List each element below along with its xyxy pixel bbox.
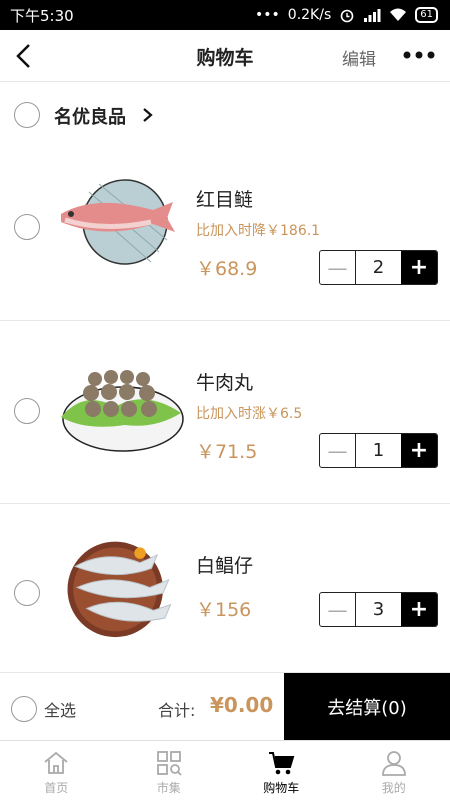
total-amount: ¥0.00 bbox=[210, 693, 274, 717]
edit-button[interactable]: 编辑 bbox=[342, 45, 376, 70]
total-label: 合计: bbox=[158, 701, 196, 720]
item-price: ￥71.5 bbox=[196, 441, 258, 463]
quantity-stepper: — 1 + bbox=[319, 433, 438, 468]
quantity-value[interactable]: 1 bbox=[356, 434, 401, 467]
home-icon bbox=[44, 751, 68, 774]
quantity-stepper: — 2 + bbox=[319, 250, 438, 285]
tab-profile[interactable]: 我的 bbox=[338, 741, 450, 800]
wifi-icon bbox=[390, 8, 407, 21]
item-name: 红目鲢 bbox=[196, 189, 254, 211]
tab-label: 购物车 bbox=[263, 781, 300, 795]
status-dots: ••• bbox=[255, 7, 280, 23]
tab-label: 首页 bbox=[44, 781, 69, 795]
tab-label: 市集 bbox=[156, 781, 181, 795]
item-price: ￥156 bbox=[196, 599, 252, 621]
network-speed: 0.2K/s bbox=[287, 7, 332, 23]
increase-button[interactable]: + bbox=[401, 251, 437, 284]
tab-market[interactable]: 市集 bbox=[113, 741, 226, 800]
quantity-value[interactable]: 2 bbox=[356, 251, 401, 284]
cart-icon bbox=[269, 752, 295, 775]
signal-icon bbox=[364, 9, 381, 22]
item-select-checkbox[interactable] bbox=[14, 214, 40, 240]
status-bar: 下午5:30 ••• 0.2K/s 61 bbox=[0, 0, 450, 30]
status-time: 下午5:30 bbox=[10, 6, 74, 25]
increase-button[interactable]: + bbox=[401, 593, 437, 626]
tab-home[interactable]: 首页 bbox=[0, 741, 113, 800]
store-name[interactable]: 名优良品 bbox=[54, 103, 126, 129]
alarm-icon bbox=[340, 9, 354, 23]
cart-item: 白鲳仔 ￥156 — 3 + bbox=[0, 504, 450, 687]
item-price-note: 比加入时降￥186.1 bbox=[196, 223, 321, 239]
checkout-bar: 全选 合计: ¥0.00 去结算(0) bbox=[0, 672, 450, 741]
item-select-checkbox[interactable] bbox=[14, 580, 40, 606]
tab-label: 我的 bbox=[381, 781, 406, 795]
checkout-button[interactable]: 去结算(0) bbox=[284, 673, 450, 741]
nav-bar: 购物车 编辑 bbox=[0, 30, 450, 82]
status-icons: ••• 0.2K/s 61 bbox=[255, 7, 438, 23]
decrease-button[interactable]: — bbox=[320, 251, 356, 284]
decrease-button[interactable]: — bbox=[320, 434, 356, 467]
chevron-right-icon[interactable] bbox=[142, 107, 154, 123]
store-select-checkbox[interactable] bbox=[14, 102, 40, 128]
cart-item: 牛肉丸 比加入时涨￥6.5 ￥71.5 — 1 + bbox=[0, 321, 450, 504]
tab-bar: 首页 市集 购物车 我的 bbox=[0, 740, 450, 800]
quantity-value[interactable]: 3 bbox=[356, 593, 401, 626]
more-dots-icon[interactable] bbox=[402, 50, 436, 60]
quantity-stepper: — 3 + bbox=[319, 592, 438, 627]
market-icon bbox=[156, 751, 182, 776]
select-all-checkbox[interactable] bbox=[11, 696, 37, 722]
tab-cart[interactable]: 购物车 bbox=[225, 741, 338, 800]
decrease-button[interactable]: — bbox=[320, 593, 356, 626]
select-all-label[interactable]: 全选 bbox=[44, 697, 76, 721]
meatballs-icon[interactable] bbox=[55, 359, 185, 464]
cart-item: 红目鲢 比加入时降￥186.1 ￥68.9 — 2 + bbox=[0, 138, 450, 321]
item-price: ￥68.9 bbox=[196, 258, 258, 280]
item-name: 白鲳仔 bbox=[196, 555, 254, 577]
item-name: 牛肉丸 bbox=[196, 372, 254, 394]
page-title: 购物车 bbox=[196, 47, 254, 69]
item-price-note: 比加入时涨￥6.5 bbox=[196, 406, 303, 422]
item-select-checkbox[interactable] bbox=[14, 398, 40, 424]
battery-icon: 61 bbox=[415, 7, 438, 23]
user-icon bbox=[381, 751, 406, 776]
pomfret-icon[interactable] bbox=[55, 534, 185, 639]
fish-icon[interactable] bbox=[55, 174, 185, 279]
increase-button[interactable]: + bbox=[401, 434, 437, 467]
